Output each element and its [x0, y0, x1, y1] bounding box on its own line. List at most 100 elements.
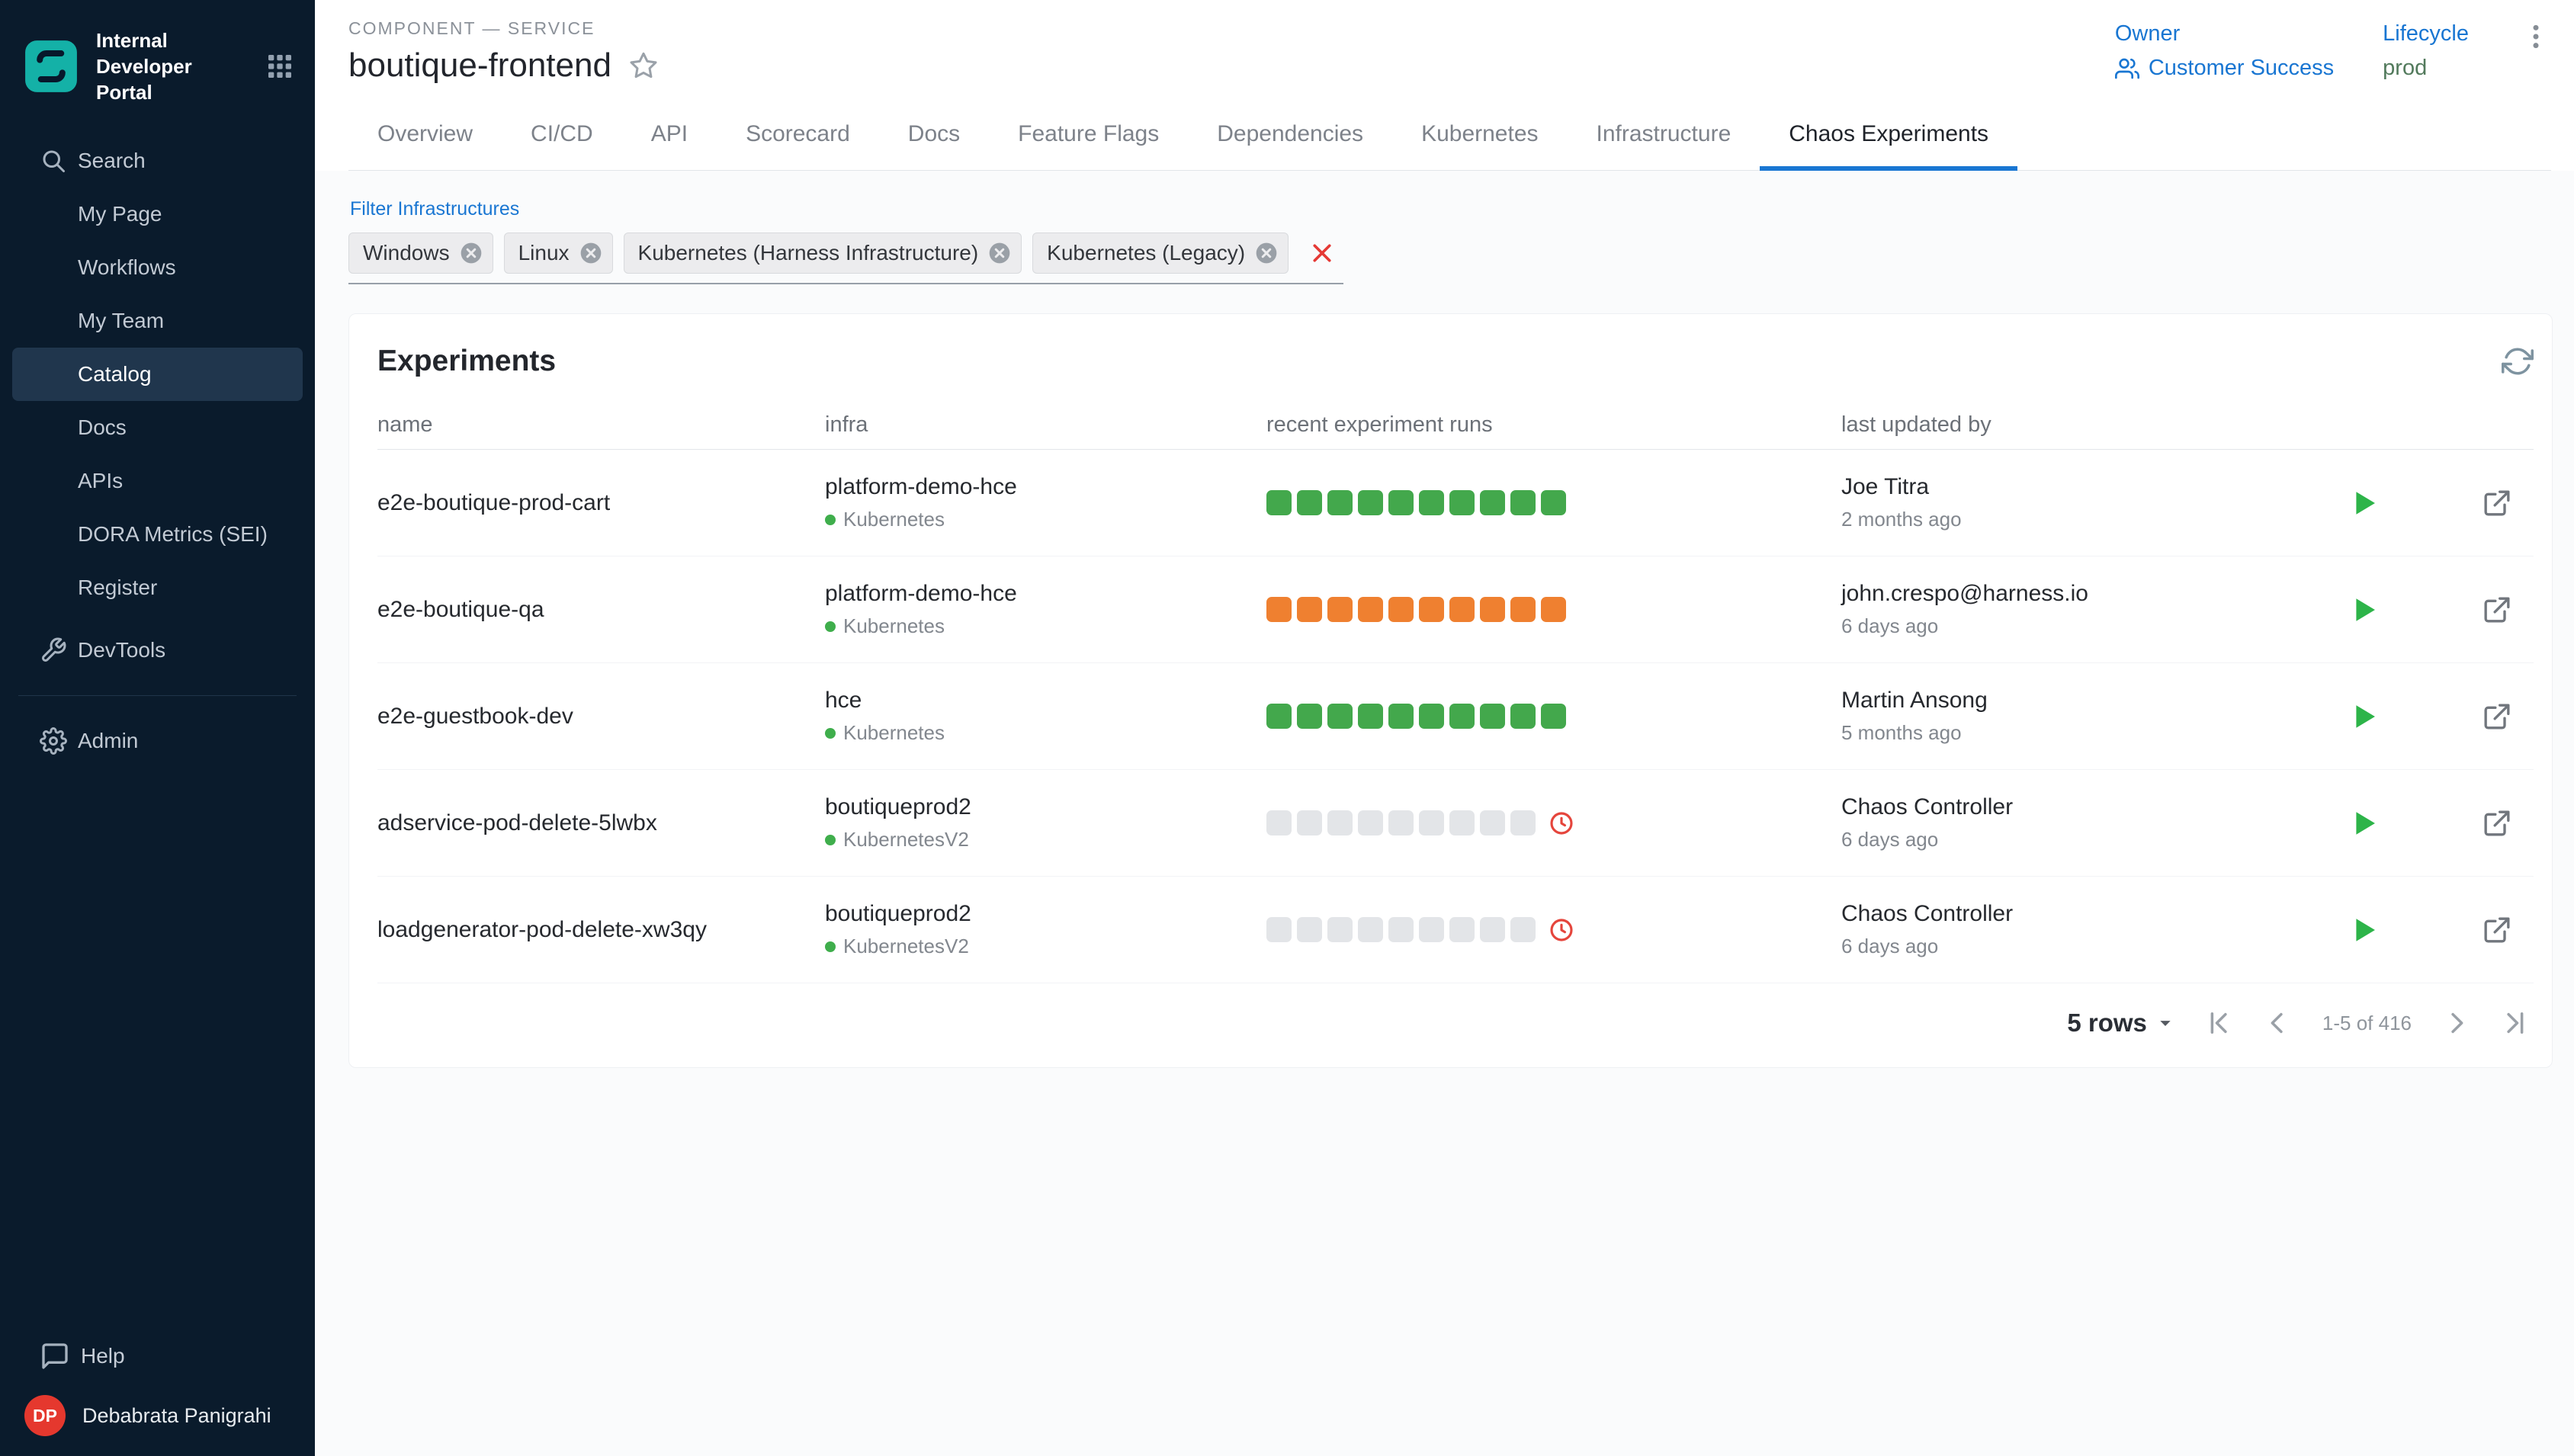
user-profile[interactable]: DP Debabrata Panigrahi: [0, 1383, 315, 1436]
sidebar-item-admin[interactable]: Admin: [12, 714, 303, 768]
run-square[interactable]: [1510, 704, 1536, 729]
run-square[interactable]: [1388, 704, 1414, 729]
run-square[interactable]: [1419, 704, 1444, 729]
prev-page-button[interactable]: [2261, 1007, 2293, 1039]
chip-close-icon[interactable]: [987, 241, 1012, 265]
experiment-name[interactable]: e2e-boutique-prod-cart: [377, 490, 825, 516]
run-square[interactable]: [1266, 917, 1292, 942]
run-square[interactable]: [1327, 917, 1353, 942]
run-square[interactable]: [1480, 704, 1505, 729]
run-square[interactable]: [1419, 810, 1444, 835]
sidebar-item-workflows[interactable]: Workflows: [12, 241, 303, 294]
run-square[interactable]: [1266, 704, 1292, 729]
tab-kubernetes[interactable]: Kubernetes: [1392, 101, 1567, 170]
clear-filters-icon[interactable]: [1308, 239, 1336, 267]
tab-chaos-experiments[interactable]: Chaos Experiments: [1760, 101, 2017, 170]
tab-docs[interactable]: Docs: [879, 101, 989, 170]
run-square[interactable]: [1449, 704, 1475, 729]
run-square[interactable]: [1358, 917, 1383, 942]
last-page-button[interactable]: [2499, 1007, 2531, 1039]
tab-overview[interactable]: Overview: [348, 101, 502, 170]
run-square[interactable]: [1297, 597, 1322, 622]
filter-label[interactable]: Filter Infrastructures: [350, 198, 519, 220]
run-square[interactable]: [1510, 810, 1536, 835]
run-square[interactable]: [1327, 597, 1353, 622]
run-square[interactable]: [1449, 597, 1475, 622]
run-square[interactable]: [1510, 917, 1536, 942]
run-square[interactable]: [1297, 704, 1322, 729]
run-square[interactable]: [1419, 917, 1444, 942]
run-square[interactable]: [1358, 810, 1383, 835]
sidebar-item-devtools[interactable]: DevTools: [12, 624, 303, 677]
help-button[interactable]: Help: [12, 1329, 303, 1383]
run-square[interactable]: [1297, 490, 1322, 515]
sidebar-item-my-team[interactable]: My Team: [12, 294, 303, 348]
tab-ci-cd[interactable]: CI/CD: [502, 101, 622, 170]
chip-close-icon[interactable]: [459, 241, 483, 265]
run-square[interactable]: [1358, 704, 1383, 729]
favorite-star-icon[interactable]: [628, 50, 659, 81]
tab-dependencies[interactable]: Dependencies: [1188, 101, 1392, 170]
run-square[interactable]: [1449, 917, 1475, 942]
experiment-name[interactable]: e2e-guestbook-dev: [377, 704, 825, 730]
run-square[interactable]: [1266, 490, 1292, 515]
sidebar-item-dora-metrics-sei[interactable]: DORA Metrics (SEI): [12, 508, 303, 561]
rows-per-page-select[interactable]: 5 rows: [2067, 1009, 2178, 1037]
open-experiment-icon[interactable]: [2482, 488, 2512, 518]
run-square[interactable]: [1480, 597, 1505, 622]
run-experiment-button[interactable]: [2346, 806, 2381, 841]
run-square[interactable]: [1266, 810, 1292, 835]
sidebar-item-search[interactable]: Search: [12, 134, 303, 188]
sidebar-item-catalog[interactable]: Catalog: [12, 348, 303, 401]
open-experiment-icon[interactable]: [2482, 915, 2512, 945]
filter-chip-kubernetes-legacy[interactable]: Kubernetes (Legacy): [1032, 233, 1289, 274]
filter-input[interactable]: WindowsLinuxKubernetes (Harness Infrastr…: [348, 233, 1343, 284]
run-square[interactable]: [1297, 917, 1322, 942]
apps-grid-icon[interactable]: [265, 51, 295, 82]
run-experiment-button[interactable]: [2346, 912, 2381, 948]
run-square[interactable]: [1388, 490, 1414, 515]
run-square[interactable]: [1449, 490, 1475, 515]
filter-chip-windows[interactable]: Windows: [348, 233, 493, 274]
run-square[interactable]: [1266, 597, 1292, 622]
tab-feature-flags[interactable]: Feature Flags: [989, 101, 1188, 170]
experiment-name[interactable]: loadgenerator-pod-delete-xw3qy: [377, 917, 825, 943]
experiment-name[interactable]: e2e-boutique-qa: [377, 597, 825, 623]
run-square[interactable]: [1510, 490, 1536, 515]
chip-close-icon[interactable]: [579, 241, 603, 265]
sidebar-item-apis[interactable]: APIs: [12, 454, 303, 508]
run-square[interactable]: [1480, 490, 1505, 515]
tab-api[interactable]: API: [622, 101, 717, 170]
run-square[interactable]: [1449, 810, 1475, 835]
run-square[interactable]: [1541, 490, 1566, 515]
run-square[interactable]: [1541, 597, 1566, 622]
run-square[interactable]: [1419, 597, 1444, 622]
run-square[interactable]: [1388, 917, 1414, 942]
filter-chip-linux[interactable]: Linux: [504, 233, 613, 274]
sidebar-item-docs[interactable]: Docs: [12, 401, 303, 454]
chip-close-icon[interactable]: [1254, 241, 1279, 265]
run-square[interactable]: [1358, 597, 1383, 622]
sidebar-item-my-page[interactable]: My Page: [12, 188, 303, 241]
owner-value[interactable]: Customer Success: [2115, 56, 2334, 81]
run-experiment-button[interactable]: [2346, 486, 2381, 521]
run-experiment-button[interactable]: [2346, 699, 2381, 734]
run-square[interactable]: [1297, 810, 1322, 835]
run-square[interactable]: [1327, 704, 1353, 729]
run-square[interactable]: [1327, 490, 1353, 515]
sidebar-item-register[interactable]: Register: [12, 561, 303, 614]
run-square[interactable]: [1327, 810, 1353, 835]
open-experiment-icon[interactable]: [2482, 808, 2512, 839]
run-square[interactable]: [1510, 597, 1536, 622]
run-experiment-button[interactable]: [2346, 592, 2381, 627]
kebab-menu-icon[interactable]: [2521, 21, 2551, 52]
experiment-name[interactable]: adservice-pod-delete-5lwbx: [377, 810, 825, 836]
next-page-button[interactable]: [2441, 1007, 2473, 1039]
run-square[interactable]: [1480, 810, 1505, 835]
run-square[interactable]: [1419, 490, 1444, 515]
run-square[interactable]: [1358, 490, 1383, 515]
first-page-button[interactable]: [2203, 1007, 2235, 1039]
run-square[interactable]: [1388, 597, 1414, 622]
open-experiment-icon[interactable]: [2482, 701, 2512, 732]
refresh-icon[interactable]: [2502, 345, 2534, 377]
